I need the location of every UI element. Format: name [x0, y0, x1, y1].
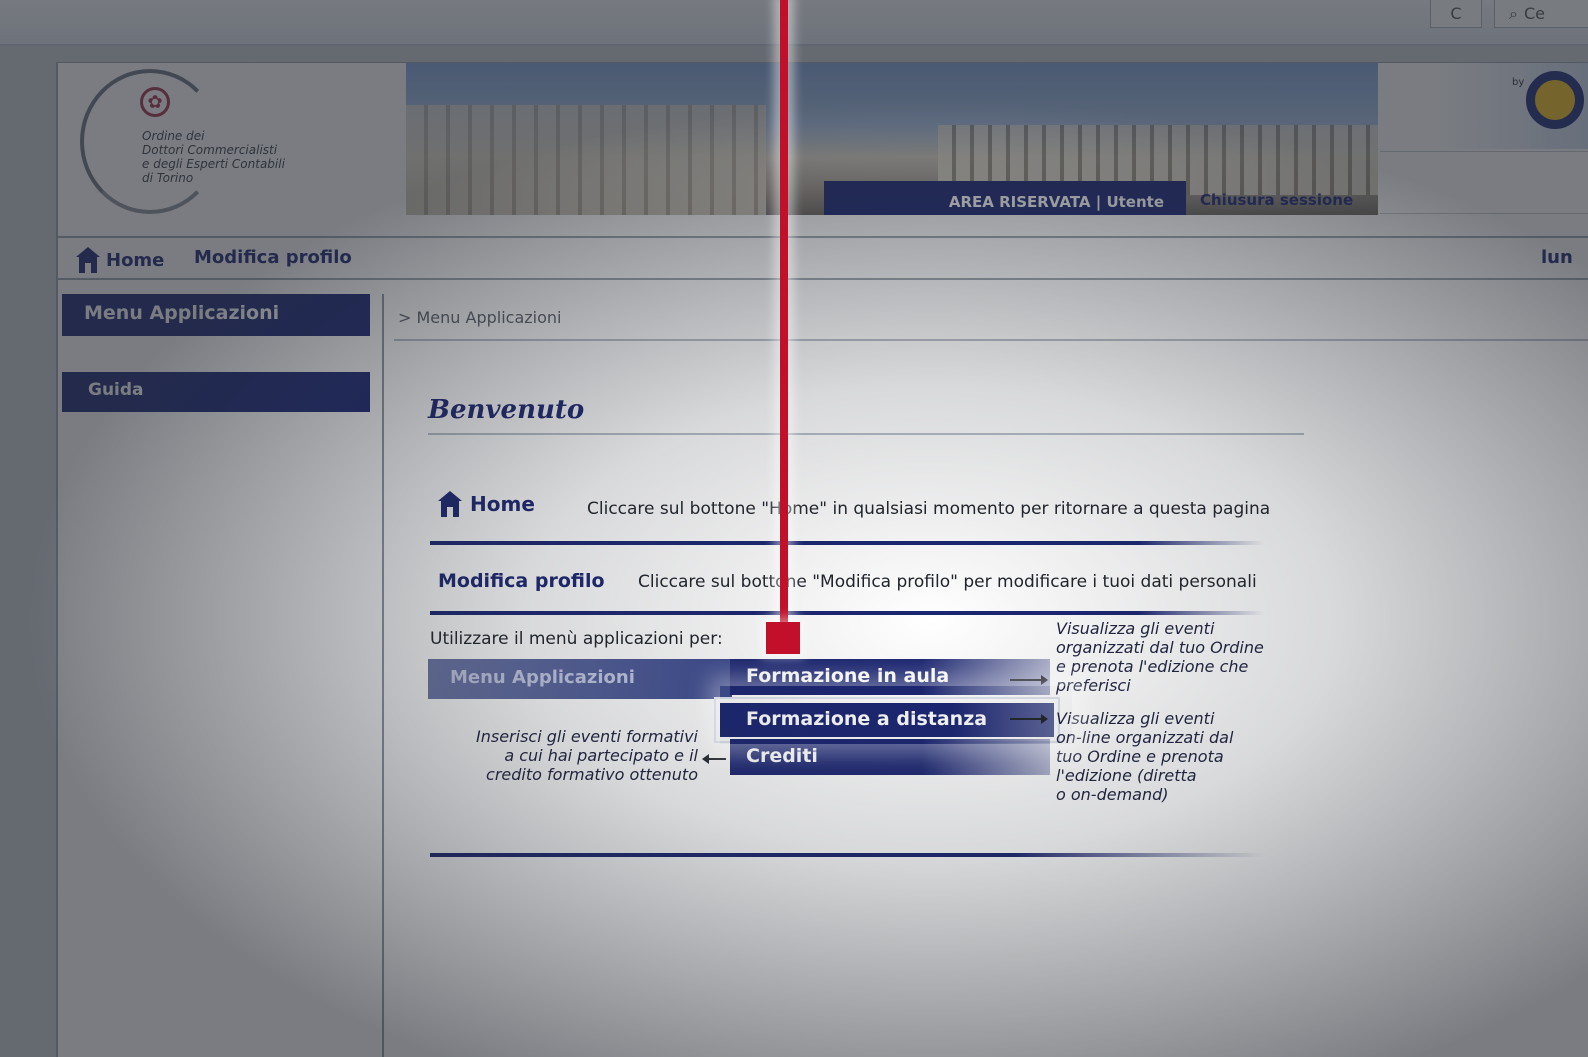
sidebar-header[interactable]: Menu Applicazioni: [62, 294, 370, 336]
title-divider: [428, 433, 1304, 435]
page-title: Benvenuto: [428, 395, 585, 425]
note-line: o on-demand): [1056, 785, 1169, 804]
help-divider: [430, 541, 1264, 545]
browser-toolbar: C ⌕ Ce: [0, 0, 1588, 46]
breadcrumb: > Menu Applicazioni: [398, 308, 562, 327]
area-riservata-tab: AREA RISERVATA | Utente: [824, 181, 1186, 215]
help-home-button[interactable]: Home: [438, 491, 535, 517]
logo-text: Ordine dei Dottori Commercialisti e degl…: [142, 129, 285, 185]
logo-line: Ordine dei: [142, 129, 205, 143]
note-formazione-distanza: Visualizza gli eventi on-line organizzat…: [1056, 709, 1233, 804]
refresh-button[interactable]: C: [1430, 0, 1482, 28]
note-line: Visualizza gli eventi: [1056, 709, 1215, 728]
formazione-in-aula-button[interactable]: Formazione in aula: [730, 659, 1050, 695]
help-divider: [430, 611, 1264, 615]
ordine-logo[interactable]: ✿ Ordine dei Dottori Commercialisti e de…: [80, 69, 320, 219]
partner-logo: by: [1438, 63, 1588, 149]
note-line: on-line organizzati dal: [1056, 728, 1234, 747]
note-line: tuo Ordine e prenota: [1056, 747, 1224, 766]
crediti-button[interactable]: Crediti: [730, 739, 1050, 775]
pointer-marker-tip: [766, 622, 800, 654]
sidebar-item-guida[interactable]: Guida: [62, 372, 370, 412]
breadcrumb-divider: [394, 339, 1588, 341]
help-profilo-description: Cliccare sul bottone "Modifica profilo" …: [638, 572, 1257, 592]
browser-search-box[interactable]: ⌕ Ce: [1494, 0, 1588, 28]
nav-home-label: Home: [106, 249, 165, 271]
note-line: Inserisci gli eventi formativi: [476, 727, 698, 746]
sidebar-divider: [382, 294, 384, 1057]
header-divider: [1380, 213, 1588, 214]
home-icon: [76, 247, 100, 273]
partner-by-label: by: [1512, 77, 1525, 88]
area-riservata-label: AREA RISERVATA | Utente: [948, 193, 1164, 211]
top-nav: Home Modifica profilo lun: [58, 236, 1588, 280]
refresh-icon: C: [1450, 4, 1462, 23]
sidebar: Menu Applicazioni Guida: [62, 294, 372, 412]
help-home-label: Home: [470, 492, 535, 516]
site-header: ✿ Ordine dei Dottori Commercialisti e de…: [58, 63, 1588, 238]
formazione-a-distanza-button[interactable]: Formazione a distanza: [716, 699, 1058, 741]
partner-logo-icon: [1526, 71, 1584, 129]
arrow-right-icon: [1010, 714, 1048, 724]
logo-line: e degli Esperti Contabili: [142, 157, 285, 171]
header-divider: [1380, 151, 1588, 152]
nav-date: lun: [1541, 247, 1573, 268]
arrow-right-icon: [1010, 675, 1048, 685]
nav-modifica-profilo[interactable]: Modifica profilo: [194, 247, 352, 268]
note-line: organizzati dal tuo Ordine: [1056, 638, 1264, 657]
logout-link[interactable]: Chiusura sessione: [1200, 191, 1353, 209]
nav-home[interactable]: Home: [76, 247, 164, 273]
help-profilo-button[interactable]: Modifica profilo: [438, 570, 605, 592]
pointer-marker: [780, 0, 788, 628]
search-text: Ce: [1523, 4, 1545, 23]
note-crediti: Inserisci gli eventi formativi a cui hai…: [468, 727, 698, 784]
menu-instructions: Utilizzare il menù applicazioni per:: [430, 629, 723, 649]
note-line: credito formativo ottenuto: [486, 765, 698, 784]
arrow-left-icon: [702, 754, 726, 764]
logo-line: di Torino: [142, 171, 194, 185]
content-bottom-divider: [430, 853, 1264, 857]
logo-line: Dottori Commercialisti: [142, 143, 278, 157]
note-line: l'edizione (diretta: [1056, 766, 1197, 785]
search-icon: ⌕: [1509, 3, 1518, 23]
home-icon: [438, 491, 462, 517]
note-line: e prenota l'edizione che: [1056, 657, 1249, 676]
page: ✿ Ordine dei Dottori Commercialisti e de…: [56, 62, 1588, 1057]
logo-star-icon: ✿: [140, 87, 170, 117]
note-line: Visualizza gli eventi: [1056, 619, 1215, 638]
note-line: preferisci: [1056, 676, 1131, 695]
menu-applicazioni-label: Menu Applicazioni: [428, 659, 732, 699]
note-formazione-aula: Visualizza gli eventi organizzati dal tu…: [1056, 619, 1264, 695]
help-home-description: Cliccare sul bottone "Home" in qualsiasi…: [587, 499, 1271, 519]
note-line: a cui hai partecipato e il: [504, 746, 698, 765]
